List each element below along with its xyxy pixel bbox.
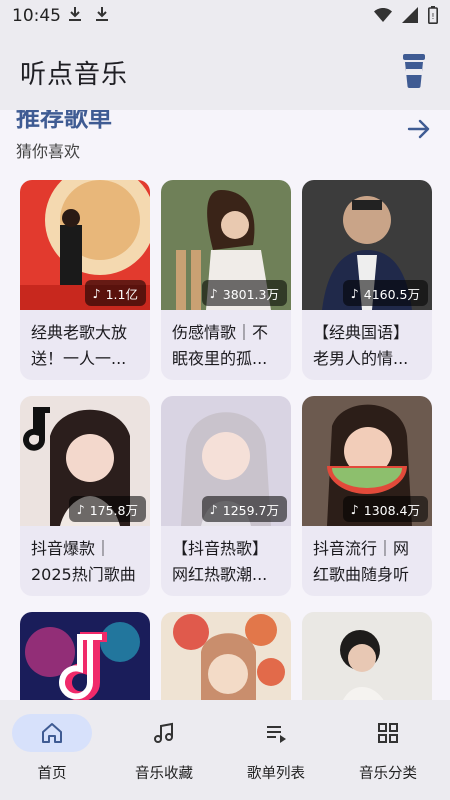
download-icon [95, 6, 109, 26]
playlist-card[interactable]: ♪ 4160.5万 【经典国语】老男人的情... [302, 180, 432, 380]
music-note-icon: ♪ [350, 501, 359, 517]
signal-icon [402, 7, 418, 27]
playlist-cover [161, 612, 291, 700]
status-bar: 10:45 ! [0, 0, 450, 32]
play-count: 1308.4万 [363, 502, 420, 518]
play-count-badge: ♪ 175.8万 [68, 496, 146, 522]
playlist-card[interactable] [161, 612, 291, 700]
playlist-card[interactable]: ♪ 3801.3万 伤感情歌｜不眠夜里的孤... [161, 180, 291, 380]
play-count-badge: ♪ 4160.5万 [342, 280, 428, 306]
arrow-right-icon[interactable] [406, 116, 432, 142]
grid-icon [378, 723, 398, 743]
bottom-nav: 首页 音乐收藏 歌单列表 音乐分类 [0, 700, 450, 800]
play-count: 175.8万 [89, 502, 138, 518]
section-subtitle: 猜你喜欢 [16, 142, 81, 161]
app-title: 听点音乐 [20, 60, 129, 90]
playlist-title: 抖音爆款｜2025热门歌曲 [31, 539, 136, 584]
playlist-title: 经典老歌大放送！一人一... [31, 323, 128, 368]
playlist-cover [302, 612, 432, 700]
play-count: 1259.7万 [222, 502, 279, 518]
playlist-cover [20, 612, 150, 700]
nav-item-home[interactable]: 首页 [0, 712, 112, 792]
download-icon [68, 6, 82, 26]
app-bar: 听点音乐 [0, 32, 450, 110]
playlist-card[interactable]: ♪ 1259.7万 【抖音热歌】网红热歌潮... [161, 396, 291, 596]
play-count: 1.1亿 [105, 286, 138, 302]
play-count: 3801.3万 [222, 286, 279, 302]
nav-label: 音乐收藏 [135, 766, 193, 782]
playlist-title: 伤感情歌｜不眠夜里的孤... [172, 323, 269, 368]
section-title: 推荐歌单 [16, 110, 112, 132]
coffee-cup-icon [403, 54, 425, 88]
music-note-icon: ♪ [350, 285, 359, 301]
playlist-title: 抖音流行｜网红歌曲随身听 [313, 539, 410, 584]
music-note-icon: ♪ [92, 285, 101, 301]
play-count-badge: ♪ 1.1亿 [84, 280, 146, 306]
home-icon [42, 723, 62, 743]
playlist-card[interactable] [20, 612, 150, 700]
play-count: 4160.5万 [363, 286, 420, 302]
playlist-card[interactable]: ♪ 1.1亿 经典老歌大放送！一人一... [20, 180, 150, 380]
nav-label: 首页 [37, 766, 67, 782]
playlist-card[interactable] [302, 612, 432, 700]
music-note-icon: ♪ [209, 501, 218, 517]
nav-item-favorites[interactable]: 音乐收藏 [112, 712, 224, 792]
main-content[interactable]: 推荐歌单 猜你喜欢 ♪ 1.1亿 经典老歌大放送！一人一... ♪ 3801.3… [0, 110, 450, 700]
playlist-card[interactable]: ♪ 1308.4万 抖音流行｜网红歌曲随身听 [302, 396, 432, 596]
battery-icon: ! [428, 6, 438, 28]
status-time: 10:45 [12, 6, 61, 26]
svg-text:!: ! [431, 12, 434, 21]
playlist-title: 【抖音热歌】网红热歌潮... [172, 539, 269, 584]
playlist-card[interactable]: ♪ 175.8万 抖音爆款｜2025热门歌曲 [20, 396, 150, 596]
playlist-icon [267, 726, 286, 743]
music-note-icon [154, 722, 173, 743]
nav-label: 音乐分类 [359, 766, 417, 782]
music-note-icon: ♪ [209, 285, 218, 301]
play-count-badge: ♪ 1308.4万 [342, 496, 428, 522]
nav-label: 歌单列表 [247, 766, 305, 782]
coffee-cup-button[interactable] [398, 52, 430, 90]
play-count-badge: ♪ 3801.3万 [201, 280, 287, 306]
wifi-icon [374, 7, 392, 27]
playlist-title: 【经典国语】老男人的情... [313, 323, 410, 368]
music-note-icon: ♪ [76, 501, 85, 517]
play-count-badge: ♪ 1259.7万 [201, 496, 287, 522]
nav-item-playlists[interactable]: 歌单列表 [224, 712, 336, 792]
nav-item-categories[interactable]: 音乐分类 [336, 712, 448, 792]
